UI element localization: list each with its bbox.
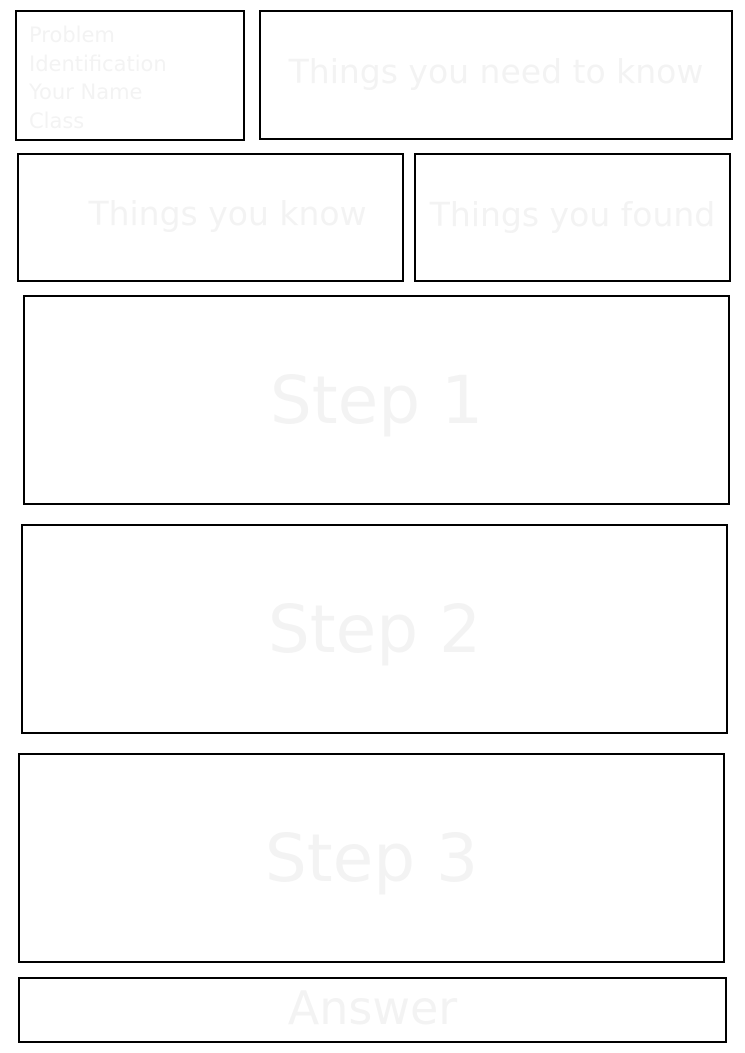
step-3-label: Step 3	[264, 819, 479, 897]
step-1-label: Step 1	[269, 361, 484, 439]
problem-line: Problem	[29, 23, 115, 47]
answer-box: Answer	[18, 977, 727, 1043]
identification-line: Identification	[29, 51, 167, 76]
things-you-found-box: Things you found	[414, 153, 731, 282]
things-you-found-label: Things you found	[429, 195, 716, 234]
class-line: Class	[29, 108, 85, 133]
step-2-label: Step 2	[267, 590, 482, 668]
step-1-box: Step 1	[23, 295, 730, 505]
things-you-know-label: Things you know	[88, 194, 367, 233]
problem-identification-text: Problem Identification Your Name Class	[29, 21, 167, 135]
answer-label: Answer	[287, 981, 458, 1035]
problem-identification-box: Problem Identification Your Name Class	[15, 10, 245, 141]
step-3-box: Step 3	[18, 753, 725, 963]
things-you-need-to-know-box: Things you need to know	[259, 10, 733, 140]
things-you-know-box: Things you know	[17, 153, 404, 282]
things-you-need-to-know-label: Things you need to know	[288, 51, 704, 91]
step-2-box: Step 2	[21, 524, 728, 734]
your-name-line: Your Name	[29, 80, 143, 104]
